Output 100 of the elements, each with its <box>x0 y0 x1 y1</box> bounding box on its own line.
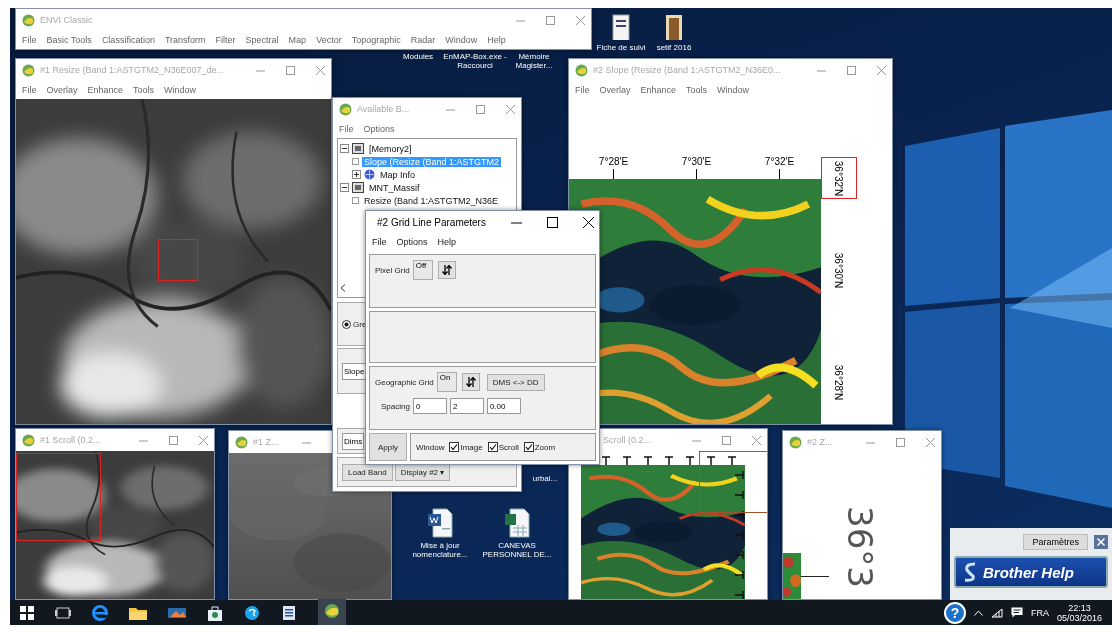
swap-arrows-icon <box>441 265 452 275</box>
menu-item[interactable]: Options <box>363 124 395 134</box>
field-label: Spacing <box>381 401 410 411</box>
menu-item[interactable]: Tools <box>686 85 708 95</box>
tree-item[interactable]: MNT_Massif <box>367 182 422 193</box>
menu-item[interactable]: Overlay <box>46 85 78 95</box>
scroll-left-icon[interactable] <box>340 284 346 292</box>
help-button[interactable]: ? <box>943 601 966 624</box>
latitude-label: 36°30'N <box>833 252 845 288</box>
expand-toggle-icon[interactable] <box>352 170 361 179</box>
menu-item[interactable]: Help <box>487 35 506 45</box>
menu-item[interactable]: Window <box>717 85 750 95</box>
icon-label[interactable]: Modules <box>402 52 434 61</box>
app-icon <box>575 63 588 77</box>
menu-item[interactable]: Enhance <box>87 85 124 95</box>
swap-button[interactable] <box>461 373 480 391</box>
latitude-label: 36°32'N <box>833 160 845 196</box>
dims-field[interactable]: Dims <box>342 432 365 450</box>
spacing-field[interactable]: 0 <box>412 398 447 414</box>
swap-arrows-icon <box>465 377 476 387</box>
longitude-label: 7°28'E <box>598 156 629 167</box>
chat-app-icon[interactable] <box>244 604 260 621</box>
icon-label[interactable]: urbai... <box>532 474 558 483</box>
menu-item[interactable]: Filter <box>215 35 236 45</box>
clock-date[interactable]: 05/03/2016 <box>1056 612 1102 623</box>
tick-mark <box>779 169 780 179</box>
checkbox[interactable] <box>523 442 534 452</box>
menu-item[interactable]: File <box>575 85 590 95</box>
tree-item[interactable]: Map Info <box>378 169 418 180</box>
document-icon[interactable] <box>281 604 297 621</box>
toggle-button[interactable]: Off <box>412 260 433 280</box>
spacing-field[interactable]: 2 <box>449 398 484 414</box>
photo-app-icon[interactable] <box>168 605 186 620</box>
browser-icon[interactable] <box>92 604 108 621</box>
checkbox[interactable] <box>449 442 460 452</box>
tree-item[interactable]: Resize (Band 1:ASTGTM2_N36E <box>362 195 501 206</box>
close-icon[interactable] <box>582 216 594 228</box>
swoosh-icon <box>962 562 978 582</box>
window-title: Scroll (0.2... <box>603 435 651 445</box>
language-indicator[interactable]: FRA <box>1030 607 1049 618</box>
icon-label[interactable]: Mise à jour nomenclature... <box>405 541 475 559</box>
menu-item[interactable]: File <box>339 124 354 134</box>
menu-item[interactable]: Basic Tools <box>46 35 92 45</box>
band-name-field[interactable]: Slope <box>342 362 367 380</box>
menu-item[interactable]: Radar <box>410 35 436 45</box>
icon-label[interactable]: CANEVAS PERSONNEL DE... <box>477 541 557 559</box>
menu-item[interactable]: Overlay <box>599 85 631 95</box>
menu-item[interactable]: Window <box>164 85 197 95</box>
taskbar-button[interactable] <box>318 598 346 625</box>
menu-item[interactable]: Window <box>445 35 478 45</box>
menu-item[interactable]: Transform <box>164 35 206 45</box>
icon-label[interactable]: setif 2016 <box>656 43 692 52</box>
app-icon <box>324 602 340 619</box>
menu-item[interactable]: File <box>22 35 37 45</box>
menu-item[interactable]: Vector <box>316 35 342 45</box>
icon-label[interactable]: EnMAP-Box.exe - Raccourci <box>443 52 507 70</box>
chevron-up-icon[interactable] <box>973 609 983 616</box>
checkbox[interactable] <box>487 442 498 452</box>
menu-item[interactable]: Help <box>437 237 457 247</box>
help-banner[interactable]: Brother Help <box>954 556 1108 588</box>
network-icon[interactable] <box>990 607 1003 618</box>
message-icon[interactable] <box>1010 607 1023 618</box>
toggle-button[interactable]: On <box>436 372 457 392</box>
maximize-icon[interactable] <box>546 216 558 228</box>
store-bag-icon[interactable] <box>207 604 223 621</box>
checkbox-label: Zoom <box>534 442 556 452</box>
expand-toggle-icon[interactable] <box>340 144 349 153</box>
start-icon[interactable] <box>20 605 34 620</box>
door-icon[interactable] <box>664 14 684 40</box>
menu-item[interactable]: File <box>372 237 387 247</box>
task-view-icon[interactable] <box>55 606 71 619</box>
word-document-icon[interactable] <box>427 508 453 538</box>
menu-item[interactable]: Spectral <box>245 35 279 45</box>
menu-item[interactable]: Map <box>288 35 307 45</box>
menu-item[interactable]: Tools <box>133 85 155 95</box>
tick-mark <box>613 169 614 179</box>
icon-label[interactable]: Fiche de suivi <box>596 43 646 52</box>
radio-button[interactable] <box>342 319 351 329</box>
tree-item[interactable]: [Memory2] <box>367 143 414 154</box>
expand-toggle-icon[interactable] <box>340 183 349 192</box>
swap-button[interactable] <box>437 261 456 279</box>
clock-time[interactable]: 22:13 <box>1068 602 1091 613</box>
app-icon <box>22 63 35 77</box>
window-title: #2 Slope (Resize (Band 1:ASTGTM2_N36E0... <box>593 65 781 75</box>
menu-item[interactable]: Classification <box>101 35 155 45</box>
folder-icon[interactable] <box>129 605 147 620</box>
icon-label[interactable]: Mémoire Magister... <box>509 52 559 70</box>
menu-item[interactable]: Options <box>396 237 428 247</box>
load-band-button[interactable]: Load Band <box>342 463 393 481</box>
document-icon[interactable] <box>612 14 630 40</box>
menu-item[interactable]: File <box>22 85 37 95</box>
settings-button[interactable]: Paramètres <box>1023 534 1088 550</box>
apply-button[interactable]: Apply <box>369 433 407 461</box>
checkbox-label: Scroll <box>498 442 519 452</box>
app-icon <box>22 433 35 447</box>
menu-item[interactable]: Enhance <box>640 85 677 95</box>
spacing-field[interactable]: 0.00 <box>486 398 521 414</box>
spreadsheet-icon[interactable] <box>504 508 530 538</box>
menu-item[interactable]: Topographic <box>351 35 401 45</box>
convert-button[interactable]: DMS <-> DD <box>486 373 545 391</box>
